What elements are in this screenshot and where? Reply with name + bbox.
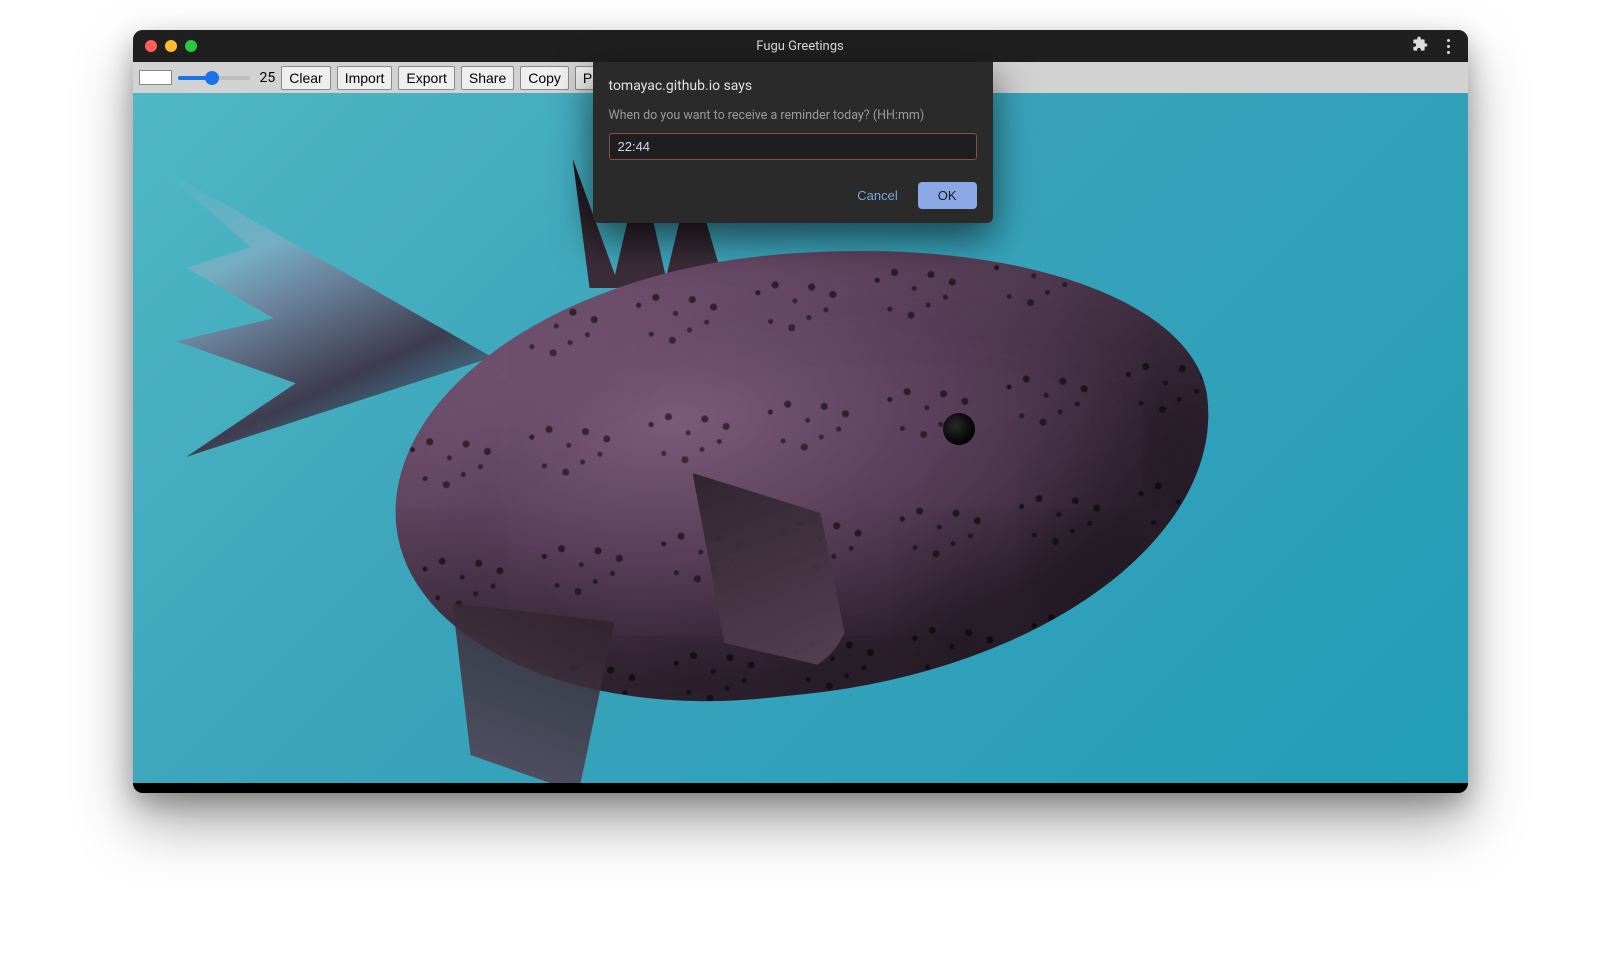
- bottom-edge: [133, 783, 1468, 793]
- export-button[interactable]: Export: [398, 66, 454, 90]
- dialog-message: When do you want to receive a reminder t…: [609, 108, 977, 123]
- menu-kebab-icon[interactable]: [1442, 39, 1456, 54]
- copy-button[interactable]: Copy: [520, 66, 569, 90]
- canvas-image: [173, 133, 1373, 783]
- brush-size-value: 25: [260, 70, 276, 86]
- cancel-button[interactable]: Cancel: [853, 182, 901, 209]
- dialog-input[interactable]: [609, 133, 977, 160]
- color-swatch[interactable]: [139, 70, 172, 85]
- import-button[interactable]: Import: [337, 66, 393, 90]
- dialog-origin: tomayac.github.io says: [609, 78, 977, 94]
- minimize-window-button[interactable]: [165, 40, 177, 52]
- brush-size-slider[interactable]: [178, 69, 250, 87]
- titlebar: Fugu Greetings: [133, 30, 1468, 62]
- close-window-button[interactable]: [145, 40, 157, 52]
- application-window: Fugu Greetings 25 Clear Import Export Sh…: [133, 30, 1468, 793]
- prompt-dialog: tomayac.github.io says When do you want …: [593, 62, 993, 223]
- share-button[interactable]: Share: [461, 66, 514, 90]
- extensions-icon[interactable]: [1412, 36, 1428, 56]
- maximize-window-button[interactable]: [185, 40, 197, 52]
- window-title: Fugu Greetings: [133, 39, 1468, 54]
- window-controls: [145, 40, 197, 52]
- ok-button[interactable]: OK: [918, 182, 977, 209]
- clear-button[interactable]: Clear: [281, 66, 330, 90]
